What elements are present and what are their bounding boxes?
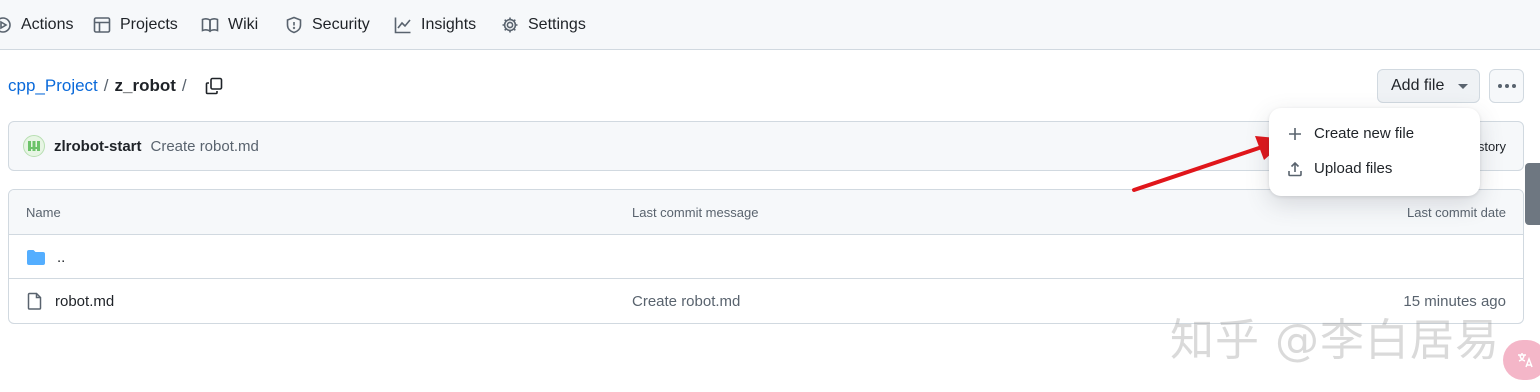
watermark: 知乎 @李白居易 [1170,315,1500,366]
side-widget[interactable] [1525,163,1540,225]
avatar[interactable] [23,135,45,157]
nav-tab-label: Projects [120,15,178,33]
book-icon [201,17,219,32]
gear-icon [502,17,518,32]
column-header-date: Last commit date [1407,205,1506,220]
translate-glyph-icon [1518,353,1533,368]
identicon-icon [28,141,40,151]
menu-item-label: Upload files [1314,160,1393,177]
nav-tab-label: Wiki [228,15,259,33]
translate-icon[interactable] [1503,340,1540,380]
nav-tab-settings[interactable]: Settings [501,0,586,49]
copy-icon [205,77,222,95]
breadcrumb: cpp_Project / z_robot / [8,72,225,100]
history-link[interactable]: story [1478,122,1506,170]
actions-icon [0,16,11,33]
table-icon [93,16,111,33]
upload-icon [1288,161,1302,176]
caret-down-icon [1458,83,1469,89]
commit-author-link[interactable]: zlrobot-start [54,138,142,155]
nav-tab-label: Security [312,15,370,33]
graph-icon [394,17,411,33]
nav-tab-insights[interactable]: Insights [394,0,476,49]
shield-icon [286,16,302,33]
breadcrumb-repo-link[interactable]: cpp_Project [8,76,98,96]
commit-message-link[interactable]: Create robot.md [632,279,740,323]
add-file-label: Add file [1391,77,1445,94]
nav-tab-security[interactable]: Security [285,0,370,49]
table-header: Name Last commit message Last commit dat… [9,190,1523,235]
file-icon [27,292,42,310]
more-options-button[interactable] [1489,69,1524,103]
plus-icon [1289,127,1301,140]
kebab-horizontal-icon [1497,84,1516,88]
copy-path-button[interactable] [203,75,225,97]
create-new-file-item[interactable]: Create new file [1277,117,1472,150]
nav-tab-wiki[interactable]: Wiki [201,0,258,49]
breadcrumb-separator: / [103,76,109,95]
nav-tab-projects[interactable]: Projects [93,0,178,49]
nav-tab-actions[interactable]: Actions [0,0,73,49]
breadcrumb-current-folder: z_robot [114,76,176,95]
folder-icon [27,249,45,265]
nav-tab-label: Insights [421,15,477,33]
nav-tab-label: Settings [528,15,586,33]
file-name-link[interactable]: robot.md [55,293,114,310]
column-header-name: Name [26,205,61,220]
add-file-menu: Create new file Upload files [1269,108,1480,196]
add-file-button[interactable]: Add file [1377,69,1480,103]
table-row[interactable]: .. [9,235,1523,279]
breadcrumb-separator: / [181,76,187,95]
nav-tab-label: Actions [21,15,74,33]
repo-nav: Actions Projects Wiki Security Insights … [0,0,1540,50]
parent-directory-link[interactable]: .. [57,249,65,266]
commit-message-link[interactable]: Create robot.md [151,138,259,155]
menu-item-label: Create new file [1314,125,1415,142]
upload-files-item[interactable]: Upload files [1277,152,1472,185]
column-header-message: Last commit message [632,205,759,220]
